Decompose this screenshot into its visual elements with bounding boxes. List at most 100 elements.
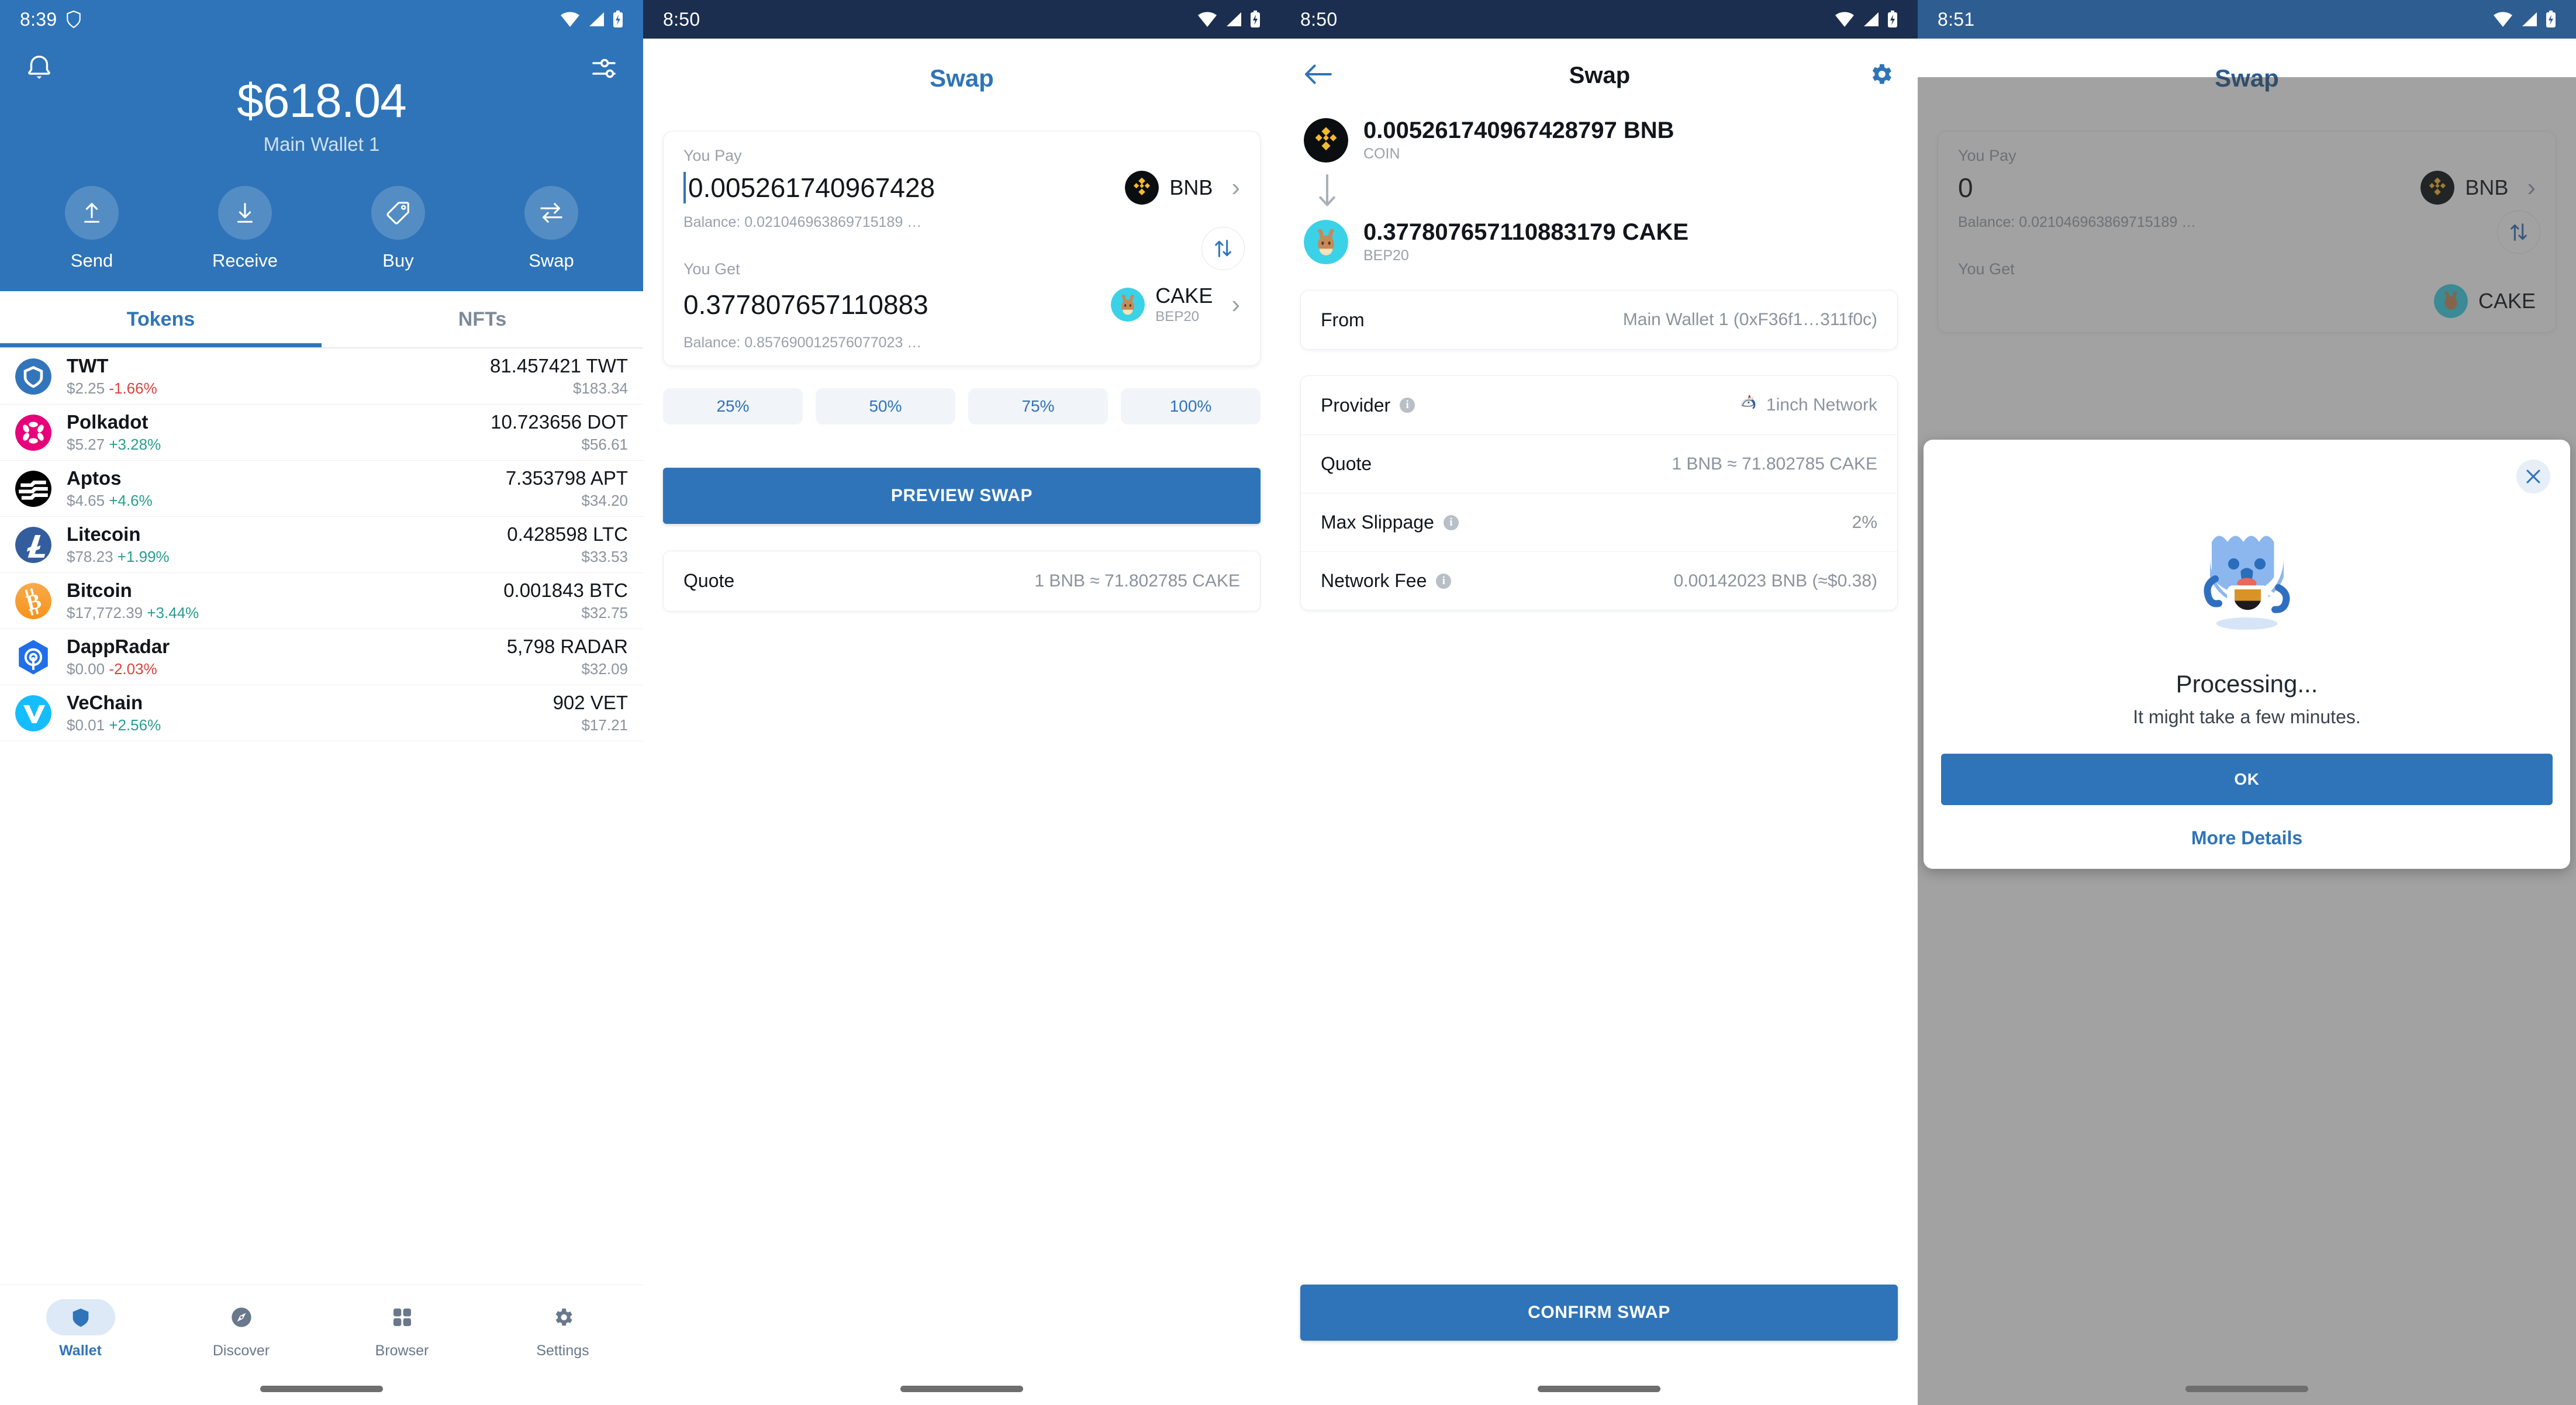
action-buy[interactable]: Buy [348,186,448,271]
notification-bell-icon[interactable] [23,53,55,84]
info-icon[interactable]: i [1443,515,1459,530]
token-price-change: $5.27 +3.28% [67,436,491,454]
back-arrow-icon[interactable] [1304,63,1332,89]
token-change: +4.6% [109,492,153,510]
token-holdings: 81.457421 TWT $183.34 [490,355,628,398]
percent-button-75[interactable]: 75% [968,388,1108,424]
table-row[interactable]: Litecoin $78.23 +1.99% 0.428598 LTC $33.53 [0,517,643,574]
token-fiat-value: $32.09 [581,660,628,678]
token-price: $2.25 [67,379,105,398]
switch-direction-button[interactable] [1201,226,1245,270]
status-bar-right [1835,11,1898,28]
token-change: +2.56% [109,716,161,734]
token-quantity: 5,798 RADAR [506,636,628,658]
action-receive[interactable]: Receive [195,186,295,271]
1inch-unicorn-icon [1737,392,1759,419]
ok-button[interactable]: OK [1941,754,2553,805]
token-identity: Aptos $4.65 +4.6% [67,467,506,510]
from-wallet-row: From Main Wallet 1 (0xF36f1…311f0c) [1301,291,1897,349]
gesture-bar [900,1386,1023,1392]
gear-settings-icon[interactable] [1867,61,1894,91]
swap-screen: Swap You Pay 0.005261740967428 BNB › Bal… [643,39,1280,1405]
token-price: $0.00 [67,660,105,678]
more-details-link[interactable]: More Details [1924,827,2570,849]
tab-nfts[interactable]: NFTs [322,291,643,347]
panel-swap-form: 8:50 Swap You Pay 0.005261740967428 BNB … [643,0,1280,1405]
token-identity: Litecoin $78.23 +1.99% [67,523,507,566]
table-row[interactable]: DappRadar $0.00 -2.03% 5,798 RADAR $32.09 [0,629,643,686]
status-bar-right [560,11,623,28]
from-asset-text: 0.005261740967428797 BNB COIN [1363,118,1674,163]
tune-settings-icon[interactable] [588,53,620,84]
confirm-screen: Swap 0.005261740967428797 BNB COIN 0.377… [1280,39,1918,1405]
swap-arrows-icon [524,186,578,240]
token-identity: DappRadar $0.00 -2.03% [67,636,507,678]
you-get-token-selector[interactable]: CAKE BEP20 › [1111,284,1240,325]
token-change: -1.66% [109,379,157,398]
you-get-input[interactable]: 0.377807657110883 [683,289,1100,320]
price-tag-buy-icon [371,186,425,240]
table-row[interactable]: Aptos $4.65 +4.6% 7.353798 APT $34.20 [0,461,643,517]
arrow-down-receive-icon [218,186,272,240]
arrow-down-icon [1317,174,1918,211]
status-bar: 8:50 [1280,0,1918,39]
tab-tokens[interactable]: Tokens [0,291,322,348]
detail-label-wrap: Max Slippage i [1321,512,1459,533]
info-icon[interactable]: i [1400,398,1415,413]
token-identity: TWT $2.25 -1.66% [67,355,490,398]
panel-wallet-home: 8:39 $618.04 Main Wallet 1 Send Receive … [0,0,643,1405]
token-name: Aptos [67,467,122,489]
bnb-token-icon [1304,118,1348,163]
wallet-name[interactable]: Main Wallet 1 [0,133,643,156]
info-icon[interactable]: i [1436,573,1452,589]
percent-button-50[interactable]: 50% [816,388,955,424]
table-row[interactable]: TWT $2.25 -1.66% 81.457421 TWT $183.34 [0,348,643,405]
close-icon[interactable] [2516,460,2550,493]
you-pay-input[interactable]: 0.005261740967428 [683,171,1114,204]
confirm-swap-button[interactable]: CONFIRM SWAP [1300,1285,1898,1341]
wifi-icon [1835,12,1854,27]
token-holdings: 7.353798 APT $34.20 [506,467,628,510]
token-fiat-value: $17.21 [581,716,628,734]
table-row[interactable]: VeChain $0.01 +2.56% 902 VET $17.21 [0,685,643,742]
detail-value: 1 BNB ≈ 71.802785 CAKE [1672,454,1877,474]
action-label: Buy [382,250,414,271]
action-swap[interactable]: Swap [502,186,601,271]
percent-button-100[interactable]: 100% [1121,388,1261,424]
token-logo-icon [15,526,51,563]
nav-item-settings[interactable]: Settings [482,1299,643,1359]
nav-item-label: Wallet [59,1342,102,1359]
battery-charging-icon [1888,11,1897,27]
status-bar: 8:51 [1918,0,2576,39]
shield-icon [67,11,81,28]
table-row[interactable]: B Bitcoin $17,772.39 +3.44% 0.001843 BTC $32… [0,573,643,630]
token-quantity: 81.457421 TWT [489,355,628,377]
token-quantity: 0.001843 BTC [503,579,628,602]
nav-item-discover[interactable]: Discover [161,1299,322,1359]
preview-swap-button[interactable]: PREVIEW SWAP [663,467,1261,524]
detail-value: 0.00142023 BNB (≈$0.38) [1673,571,1877,591]
status-bar-right [2493,11,2556,28]
you-get-balance: Balance: 0.857690012576077023 … [683,334,922,351]
status-time: 8:50 [663,8,700,30]
token-change: -2.03% [109,660,157,678]
panel-processing: 8:51 Swap You Pay 0 BNB › Balance: 0.021… [1918,0,2576,1405]
confirm-cta-wrap: CONFIRM SWAP [1280,1285,1918,1341]
nav-item-wallet[interactable]: Wallet [0,1299,161,1359]
detail-label: Provider [1321,394,1391,416]
detail-label-wrap: Quote [1321,453,1372,475]
you-pay-token-selector[interactable]: BNB › [1125,171,1240,205]
nav-item-label: Settings [536,1342,589,1359]
table-row[interactable]: Polkadot $5.27 +3.28% 10.723656 DOT $56.61 [0,405,643,461]
action-send[interactable]: Send [42,186,141,271]
detail-row-max-slippage: Max Slippage i 2% [1301,493,1897,551]
token-change: +3.28% [109,436,161,454]
cake-token-icon [1304,219,1348,264]
detail-value-wrap: 1inch Network [1737,392,1877,419]
from-wallet-card: From Main Wallet 1 (0xF36f1…311f0c) [1300,290,1898,350]
percent-button-25[interactable]: 25% [663,388,803,424]
token-identity: Bitcoin $17,772.39 +3.44% [67,579,503,622]
nav-item-browser[interactable]: Browser [322,1299,482,1359]
token-change: +1.99% [117,548,170,566]
token-name: Bitcoin [67,579,132,602]
